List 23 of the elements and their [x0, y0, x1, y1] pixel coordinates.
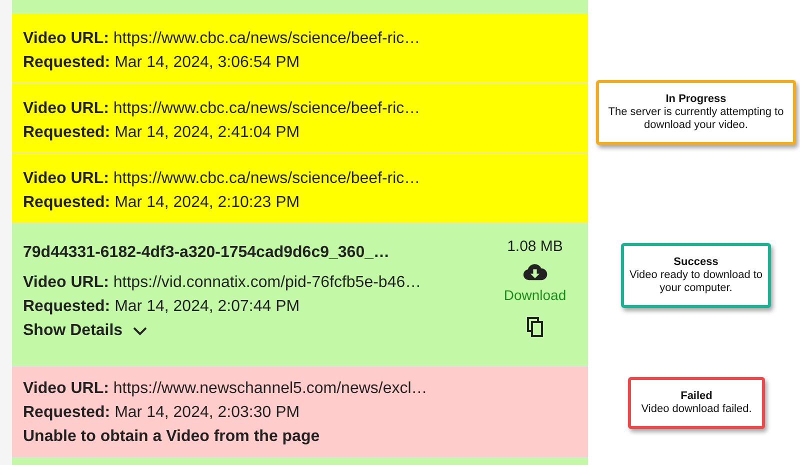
callout-title: Failed: [680, 390, 712, 403]
callout-title: Success: [674, 256, 718, 269]
requested-time: Requested: Mar 14, 2024, 2:03:30 PM: [23, 403, 301, 423]
video-url: Video URL: https://vid.connatix.com/pid-76fcfb5e-b46…: [23, 273, 422, 293]
cloud-download-icon[interactable]: [522, 263, 548, 281]
requested-time: Requested: Mar 14, 2024, 3:06:54 PM: [23, 53, 301, 73]
requested-time: Requested: Mar 14, 2024, 2:41:04 PM: [23, 123, 301, 143]
callout-title: In Progress: [666, 93, 726, 106]
file-size: 1.08 MB: [507, 237, 563, 257]
callout-text: Video download failed.: [641, 403, 752, 416]
video-url: Video URL: https://www.cbc.ca/news/science/beef-ric…: [23, 169, 422, 189]
callout-text: Video ready to download to your computer.: [628, 269, 764, 295]
video-url: Video URL: https://www.cbc.ca/news/science/beef-ric…: [23, 29, 422, 49]
video-url: Video URL: https://www.cbc.ca/news/science/beef-ric…: [23, 99, 422, 119]
callout-text: The server is currently attempting to download your video.: [607, 106, 785, 132]
file-name: 79d44331-6182-4df3-a320-1754cad9d6c9_360_…: [23, 243, 390, 263]
requested-time: Requested: Mar 14, 2024, 2:10:23 PM: [23, 193, 301, 213]
video-url: Video URL: https://www.newschannel5.com/news/excl…: [23, 379, 428, 399]
show-details-toggle[interactable]: Show Details: [23, 321, 495, 341]
chevron-icon: [132, 326, 147, 336]
error-message: Unable to obtain a Video from the page: [23, 427, 321, 447]
copy-icon[interactable]: [527, 317, 543, 337]
requested-time: Requested: Mar 14, 2024, 2:07:44 PM: [23, 297, 301, 317]
